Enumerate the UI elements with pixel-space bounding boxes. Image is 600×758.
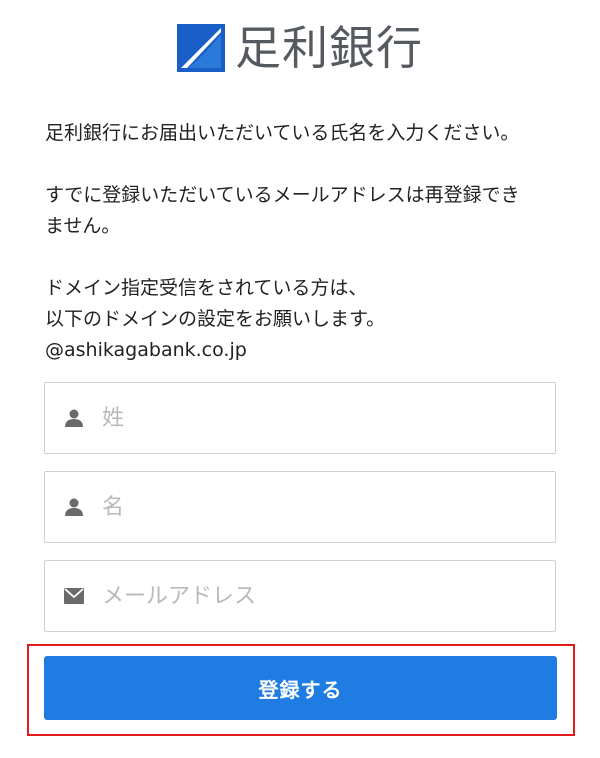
envelope-icon xyxy=(64,586,84,606)
email-notice-line-2: ません。 xyxy=(45,215,121,237)
domain-notice-line-1: ドメイン指定受信をされている方は、 xyxy=(45,277,368,299)
last-name-field[interactable] xyxy=(44,382,556,454)
email-input[interactable] xyxy=(102,583,522,609)
domain-text: @ashikagabank.co.jp xyxy=(45,339,247,361)
register-button[interactable]: 登録する xyxy=(44,656,557,720)
instructions: 足利銀行にお届出いただいている氏名を入力ください。 すでに登録いただいているメー… xyxy=(45,118,565,366)
name-prompt-text: 足利銀行にお届出いただいている氏名を入力ください。 xyxy=(45,122,520,144)
email-notice-paragraph: すでに登録いただいているメールアドレスは再登録でき ません。 xyxy=(45,180,565,242)
email-notice-line-1: すでに登録いただいているメールアドレスは再登録でき xyxy=(45,184,520,206)
domain-notice-line-2: 以下のドメインの設定をお願いします。 xyxy=(45,308,386,330)
bank-name: 足利銀行 xyxy=(235,21,423,75)
person-icon xyxy=(64,497,84,517)
first-name-input[interactable] xyxy=(102,494,522,520)
name-prompt-paragraph: 足利銀行にお届出いただいている氏名を入力ください。 xyxy=(45,118,565,149)
domain-notice-paragraph: ドメイン指定受信をされている方は、 以下のドメインの設定をお願いします。 @as… xyxy=(45,273,565,366)
header: 足利銀行 xyxy=(0,16,600,80)
email-field[interactable] xyxy=(44,560,556,632)
bank-logo-icon xyxy=(177,24,225,72)
last-name-input[interactable] xyxy=(102,405,522,431)
person-icon xyxy=(64,408,84,428)
first-name-field[interactable] xyxy=(44,471,556,543)
